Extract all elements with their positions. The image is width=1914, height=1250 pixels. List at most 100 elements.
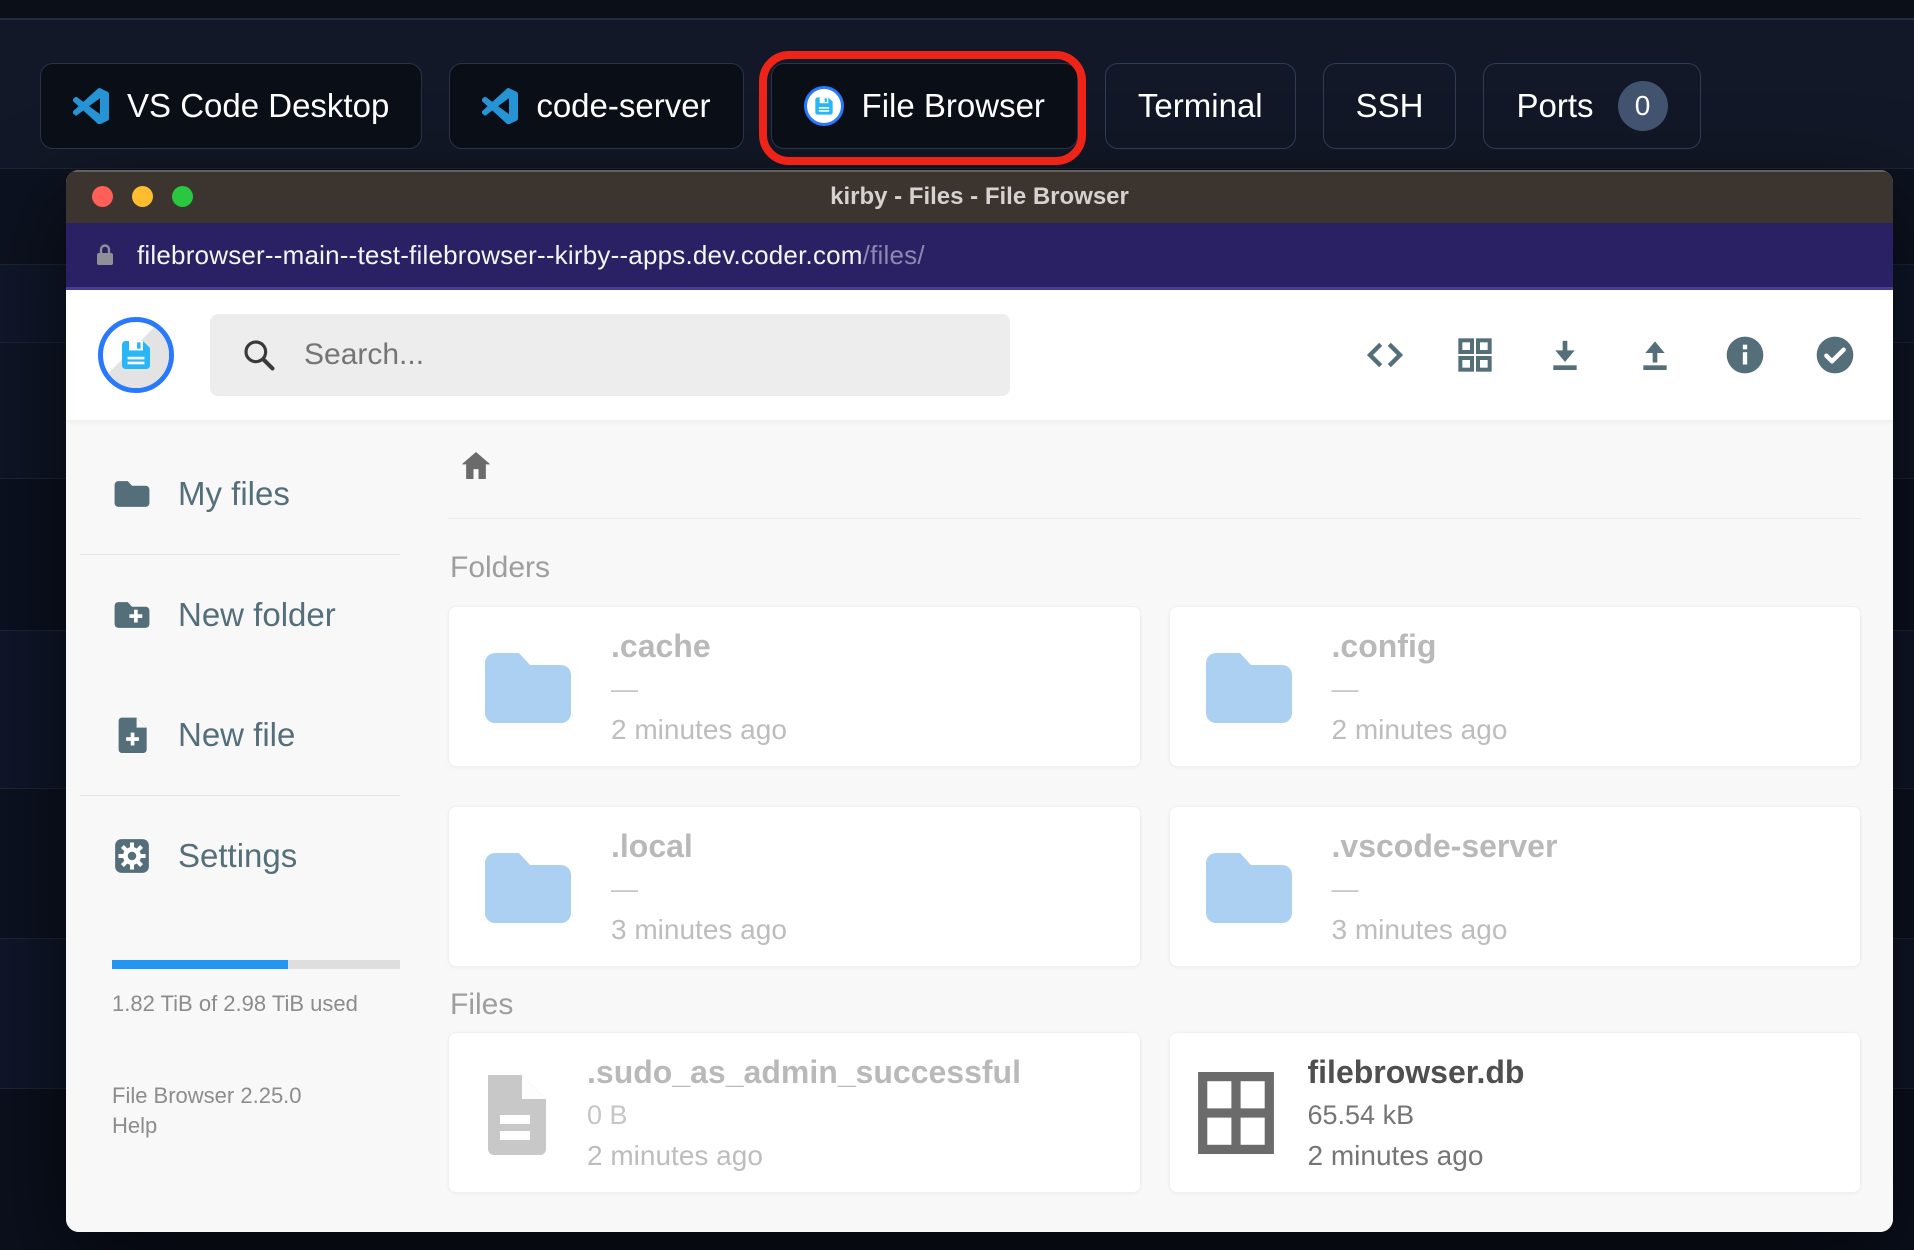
folder-size: —	[1331, 673, 1359, 704]
folder-name: .config	[1331, 627, 1437, 664]
db-grid-icon	[1197, 1071, 1274, 1154]
card-text: .cache — 2 minutes ago	[611, 628, 787, 746]
file-modified: 2 minutes ago	[1307, 1139, 1484, 1171]
file-card[interactable]: .sudo_as_admin_successful 0 B 2 minutes …	[448, 1032, 1141, 1193]
storage-usage-label: 1.82 TiB of 2.98 TiB used	[112, 991, 358, 1016]
folder-card[interactable]: .cache — 2 minutes ago	[448, 606, 1141, 767]
folder-modified: 3 minutes ago	[611, 913, 787, 945]
file-size: 65.54 kB	[1307, 1099, 1415, 1130]
file-name: filebrowser.db	[1307, 1053, 1525, 1090]
folder-icon	[1205, 652, 1292, 723]
top-strip	[0, 0, 1914, 20]
folder-card[interactable]: .local — 3 minutes ago	[448, 806, 1141, 967]
folder-modified: 3 minutes ago	[1331, 913, 1508, 945]
file-browser-button-wrap: File Browser	[758, 51, 1086, 165]
search-icon	[244, 340, 275, 371]
ports-button[interactable]: Ports 0	[1483, 63, 1701, 149]
folder-icon	[485, 852, 571, 923]
code-view-icon[interactable]	[1365, 335, 1405, 375]
folder-icon	[1205, 852, 1292, 923]
file-browser-icon	[803, 86, 844, 126]
sidebar-footer: File Browser 2.25.0 Help	[112, 1081, 400, 1141]
traffic-lights	[92, 170, 193, 223]
file-browser-window: kirby - Files - File Browser filebrowser…	[66, 170, 1893, 1232]
card-text: .vscode-server — 3 minutes ago	[1332, 828, 1558, 946]
folder-icon	[114, 481, 150, 507]
note-add-icon	[118, 717, 147, 753]
url-host: filebrowser--main--test-filebrowser--kir…	[137, 239, 863, 270]
file-icon	[488, 1074, 546, 1155]
header-toolbar	[1365, 335, 1855, 375]
workspace-app-buttons: VS Code Desktop code-server File Browser…	[40, 51, 1701, 165]
sidebar-item-new-file[interactable]: New file	[66, 675, 446, 795]
storage-progress-bar	[112, 960, 400, 969]
file-browser-label: File Browser	[861, 87, 1045, 124]
folder-card[interactable]: .vscode-server — 3 minutes ago	[1168, 806, 1861, 967]
zoom-window-button[interactable]	[172, 186, 193, 207]
vscode-desktop-label: VS Code Desktop	[127, 87, 390, 124]
ssh-button[interactable]: SSH	[1322, 63, 1457, 149]
file-name: .sudo_as_admin_successful	[587, 1053, 1021, 1090]
folder-name: .local	[611, 827, 693, 864]
floppy-icon	[122, 341, 150, 369]
folder-name: .vscode-server	[1331, 827, 1558, 864]
ports-label: Ports	[1516, 87, 1594, 124]
file-size: 0 B	[587, 1099, 628, 1130]
code-server-button[interactable]: code-server	[449, 63, 744, 149]
app-version: File Browser 2.25.0	[112, 1083, 302, 1108]
file-card[interactable]: filebrowser.db 65.54 kB 2 minutes ago	[1168, 1032, 1861, 1193]
search-box[interactable]	[210, 314, 1010, 396]
info-icon[interactable]	[1725, 335, 1765, 375]
download-icon[interactable]	[1545, 335, 1585, 375]
storage-usage: 1.82 TiB of 2.98 TiB used	[112, 960, 400, 1017]
vscode-icon	[73, 88, 109, 124]
sidebar-item-label: New folder	[178, 596, 336, 633]
url-path: /files/	[862, 239, 925, 270]
vscode-desktop-button[interactable]: VS Code Desktop	[40, 63, 423, 149]
grid-view-icon[interactable]	[1455, 335, 1495, 375]
folder-name: .cache	[611, 627, 711, 664]
search-input[interactable]	[304, 338, 954, 372]
browser-url-bar[interactable]: filebrowser--main--test-filebrowser--kir…	[66, 223, 1893, 290]
lock-icon	[97, 244, 113, 265]
folders-header: Folders	[450, 551, 551, 584]
sidebar-item-settings[interactable]: Settings	[66, 796, 446, 916]
code-server-label: code-server	[536, 87, 711, 124]
vscode-icon	[482, 88, 519, 124]
select-check-icon[interactable]	[1815, 335, 1855, 375]
home-icon[interactable]	[456, 446, 496, 486]
folder-modified: 2 minutes ago	[611, 713, 787, 745]
files-grid: .sudo_as_admin_successful 0 B 2 minutes …	[448, 1032, 1861, 1193]
folder-size: —	[1331, 873, 1359, 904]
filebrowser-body: My files New folder New file Settings 1.…	[66, 420, 1893, 1232]
folder-modified: 2 minutes ago	[1331, 713, 1508, 745]
url-text: filebrowser--main--test-filebrowser--kir…	[137, 240, 925, 271]
filebrowser-logo[interactable]	[98, 317, 174, 393]
terminal-label: Terminal	[1137, 87, 1263, 124]
sidebar-item-new-folder[interactable]: New folder	[66, 555, 446, 675]
breadcrumb	[448, 446, 1861, 486]
help-link[interactable]: Help	[112, 1111, 400, 1141]
sidebar-item-label: My files	[178, 475, 290, 512]
minimize-window-button[interactable]	[132, 186, 153, 207]
sidebar-item-my-files[interactable]: My files	[66, 434, 446, 554]
ssh-label: SSH	[1355, 87, 1424, 124]
settings-gear-icon	[115, 839, 149, 873]
file-browser-button[interactable]: File Browser	[770, 63, 1078, 149]
folder-icon	[485, 652, 571, 723]
breadcrumb-divider	[448, 518, 1861, 519]
sidebar-item-label: Settings	[178, 837, 298, 874]
folders-grid: .cache — 2 minutes ago .config — 2 minut…	[448, 606, 1861, 967]
card-text: .local — 3 minutes ago	[611, 828, 787, 946]
card-text: filebrowser.db 65.54 kB 2 minutes ago	[1308, 1054, 1525, 1172]
files-header: Files	[450, 988, 514, 1021]
create-new-folder-icon	[114, 602, 150, 628]
sidebar: My files New folder New file Settings 1.…	[66, 420, 446, 1232]
terminal-button[interactable]: Terminal	[1104, 63, 1296, 149]
close-window-button[interactable]	[92, 186, 113, 207]
folder-size: —	[611, 673, 638, 704]
upload-icon[interactable]	[1635, 335, 1675, 375]
sidebar-item-label: New file	[178, 716, 296, 753]
folder-card[interactable]: .config — 2 minutes ago	[1168, 606, 1861, 767]
card-text: .sudo_as_admin_successful 0 B 2 minutes …	[587, 1054, 1021, 1172]
